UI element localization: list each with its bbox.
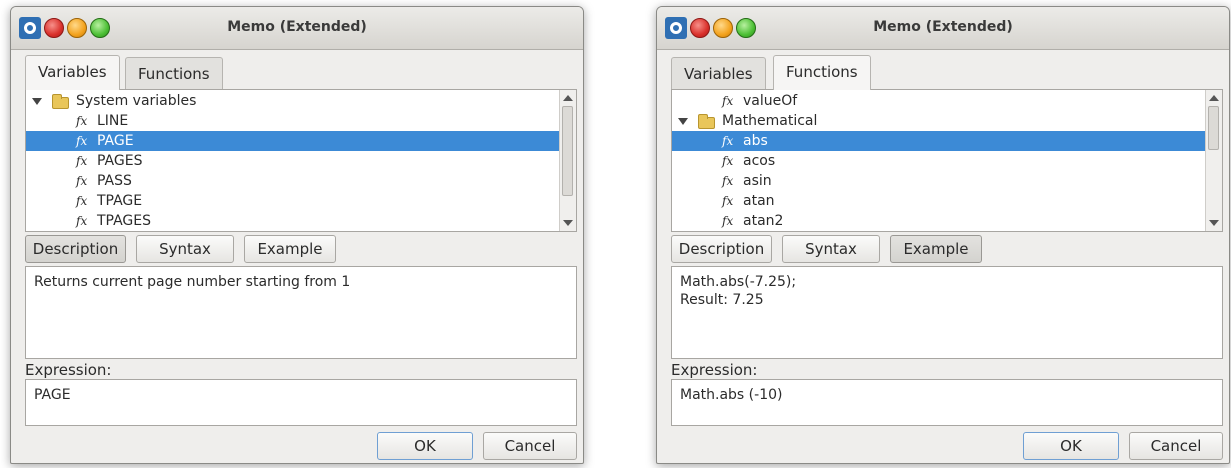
tree-item-line[interactable]: fx LINE: [26, 111, 560, 131]
tree-item-label: atan2: [743, 213, 784, 229]
tree-scrollbar[interactable]: [1205, 90, 1222, 231]
cancel-button[interactable]: Cancel: [1129, 432, 1223, 460]
tree-item-tpages[interactable]: fx TPAGES: [26, 211, 560, 231]
ok-button[interactable]: OK: [1023, 432, 1119, 460]
scrollbar-thumb[interactable]: [1208, 106, 1219, 150]
folder-icon: [698, 114, 715, 129]
info-text-line: Returns current page number starting fro…: [34, 274, 351, 290]
tree-folder-system-variables[interactable]: System variables: [26, 91, 560, 111]
tree-item-atan[interactable]: fx atan: [672, 191, 1206, 211]
expression-field[interactable]: PAGE: [25, 379, 577, 426]
tree-item-tpage[interactable]: fx TPAGE: [26, 191, 560, 211]
tab-variables[interactable]: Variables: [25, 55, 120, 90]
title-bar[interactable]: Memo (Extended): [11, 7, 583, 50]
info-text-box: Math.abs(-7.25); Result: 7.25: [671, 266, 1223, 359]
tree-item-label: atan: [743, 193, 775, 209]
syntax-button[interactable]: Syntax: [782, 235, 880, 263]
scroll-down-arrow-icon[interactable]: [563, 220, 573, 226]
ok-button[interactable]: OK: [377, 432, 473, 460]
scroll-down-arrow-icon[interactable]: [1209, 220, 1219, 226]
expression-label: Expression:: [25, 361, 112, 379]
expression-field[interactable]: Math.abs (-10): [671, 379, 1223, 426]
fx-icon: fx: [76, 194, 88, 208]
fx-icon: fx: [76, 174, 88, 188]
tree-item-label: TPAGE: [97, 193, 143, 209]
tree-item-label: valueOf: [743, 93, 798, 109]
tree-item-acos[interactable]: fx acos: [672, 151, 1206, 171]
tree-item-abs[interactable]: fx abs: [672, 131, 1206, 151]
scroll-up-arrow-icon[interactable]: [1209, 95, 1219, 101]
fx-icon: fx: [76, 154, 88, 168]
tree-item-pass[interactable]: fx PASS: [26, 171, 560, 191]
tree-item-label: LINE: [97, 113, 129, 129]
fx-icon: fx: [76, 214, 88, 228]
memo-dialog-functions: Memo (Extended) Variables Functions fx v…: [656, 6, 1230, 464]
triangle-down-icon[interactable]: [678, 118, 688, 125]
info-text-line: Math.abs(-7.25);: [680, 274, 797, 290]
expression-label: Expression:: [671, 361, 758, 379]
variables-tree[interactable]: System variables fx LINE fx PAGE fx PAGE…: [25, 89, 577, 232]
tree-item-label: System variables: [76, 93, 197, 109]
tree-item-label: abs: [743, 133, 768, 149]
fx-icon: fx: [722, 174, 734, 188]
fx-icon: fx: [722, 154, 734, 168]
tab-functions[interactable]: Functions: [125, 57, 223, 89]
fx-icon: fx: [722, 214, 734, 228]
tree-item-valueof[interactable]: fx valueOf: [672, 91, 1206, 111]
tree-scrollbar[interactable]: [559, 90, 576, 231]
tree-item-label: PAGES: [97, 153, 143, 169]
functions-tree[interactable]: fx valueOf Mathematical fx abs fx acos f…: [671, 89, 1223, 232]
fx-icon: fx: [76, 114, 88, 128]
fx-icon: fx: [722, 94, 734, 108]
syntax-button[interactable]: Syntax: [136, 235, 234, 263]
tab-variables[interactable]: Variables: [671, 57, 766, 89]
tree-item-label: PAGE: [97, 133, 134, 149]
example-button[interactable]: Example: [244, 235, 336, 263]
cancel-button[interactable]: Cancel: [483, 432, 577, 460]
tree-item-label: TPAGES: [97, 213, 152, 229]
description-button[interactable]: Description: [671, 235, 772, 263]
window-title: Memo (Extended): [227, 19, 367, 35]
example-button[interactable]: Example: [890, 235, 982, 263]
description-button[interactable]: Description: [25, 235, 126, 263]
folder-icon: [52, 94, 69, 109]
tree-item-atan2[interactable]: fx atan2: [672, 211, 1206, 231]
tree-item-label: acos: [743, 153, 776, 169]
info-text-box: Returns current page number starting fro…: [25, 266, 577, 359]
info-text-line: Result: 7.25: [680, 292, 764, 308]
scrollbar-thumb[interactable]: [562, 106, 573, 196]
window-title: Memo (Extended): [873, 19, 1013, 35]
tree-item-asin[interactable]: fx asin: [672, 171, 1206, 191]
tree-item-label: asin: [743, 173, 772, 189]
triangle-down-icon[interactable]: [32, 98, 42, 105]
tree-item-pages[interactable]: fx PAGES: [26, 151, 560, 171]
fx-icon: fx: [76, 134, 88, 148]
tree-item-page[interactable]: fx PAGE: [26, 131, 560, 151]
memo-dialog-variables: Memo (Extended) Variables Functions Syst…: [10, 6, 584, 464]
fx-icon: fx: [722, 134, 734, 148]
title-bar[interactable]: Memo (Extended): [657, 7, 1229, 50]
tree-item-label: PASS: [97, 173, 132, 189]
fx-icon: fx: [722, 194, 734, 208]
scroll-up-arrow-icon[interactable]: [563, 95, 573, 101]
tree-item-label: Mathematical: [722, 113, 818, 129]
tree-folder-mathematical[interactable]: Mathematical: [672, 111, 1206, 131]
tab-functions[interactable]: Functions: [773, 55, 871, 90]
